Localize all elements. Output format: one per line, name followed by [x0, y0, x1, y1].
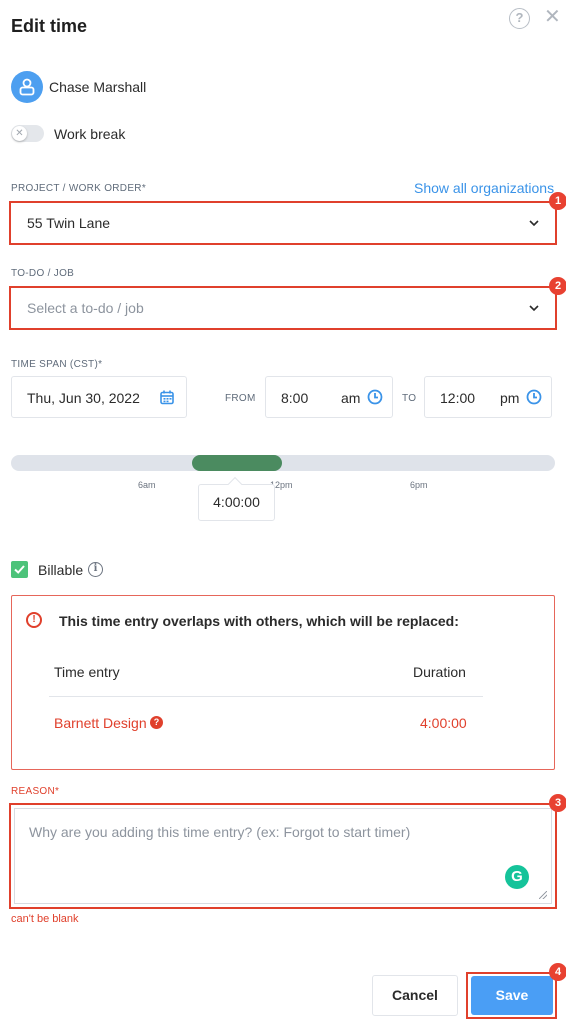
- annotation-badge-1: 1: [549, 192, 566, 210]
- timeline-range-handle[interactable]: [192, 455, 282, 471]
- check-icon: [14, 565, 25, 574]
- to-ampm[interactable]: pm: [500, 390, 519, 406]
- to-time-value: 12:00: [440, 390, 476, 406]
- reason-error: can't be blank: [11, 913, 79, 925]
- user-name: Chase Marshall: [49, 79, 147, 95]
- close-icon[interactable]: ✕: [544, 6, 561, 28]
- timeline-tick-6am: 6am: [138, 480, 156, 490]
- annotation-badge-3: 3: [549, 794, 566, 812]
- info-icon[interactable]: i: [88, 562, 103, 577]
- to-time-input[interactable]: 12:00 pm: [424, 376, 552, 418]
- from-time-input[interactable]: 8:00 am: [265, 376, 393, 418]
- billable-checkbox[interactable]: [11, 561, 28, 578]
- show-all-organizations-link[interactable]: Show all organizations: [414, 180, 554, 196]
- reason-placeholder: Why are you adding this time entry? (ex:…: [29, 824, 411, 840]
- overlap-message: This time entry overlaps with others, wh…: [59, 613, 459, 629]
- chevron-down-icon: [529, 220, 539, 227]
- timeline-track[interactable]: [11, 455, 555, 471]
- help-icon[interactable]: ?: [509, 8, 530, 29]
- work-break-toggle[interactable]: ✕: [11, 125, 44, 142]
- time-span-label: TIME SPAN (CST)*: [11, 359, 103, 370]
- project-value: 55 Twin Lane: [27, 215, 111, 231]
- todo-select[interactable]: Select a to-do / job: [9, 286, 557, 330]
- annotation-badge-2: 2: [549, 277, 566, 295]
- avatar: [11, 71, 43, 103]
- dialog-title: Edit time: [11, 16, 88, 36]
- calendar-icon[interactable]: [160, 390, 174, 405]
- reason-label: REASON*: [11, 786, 60, 797]
- from-time-value: 8:00: [281, 390, 309, 406]
- resize-handle-icon[interactable]: [539, 891, 547, 899]
- project-select[interactable]: 55 Twin Lane: [9, 201, 557, 245]
- date-input[interactable]: Thu, Jun 30, 2022: [11, 376, 187, 418]
- from-ampm[interactable]: am: [341, 390, 360, 406]
- to-label: TO: [402, 393, 417, 404]
- timeline-tick-6pm: 6pm: [410, 480, 428, 490]
- user-icon: [19, 78, 35, 96]
- annotation-badge-4: 4: [549, 963, 566, 981]
- clock-icon[interactable]: [367, 389, 383, 405]
- date-value: Thu, Jun 30, 2022: [27, 390, 140, 406]
- work-break-label: Work break: [54, 126, 126, 142]
- col-time-entry: Time entry: [54, 664, 120, 680]
- clock-icon[interactable]: [526, 389, 542, 405]
- col-duration: Duration: [413, 664, 466, 680]
- from-label: FROM: [225, 393, 256, 404]
- overlap-entry-duration: 4:00:00: [420, 715, 467, 731]
- grammarly-icon[interactable]: G: [505, 865, 529, 889]
- billable-label: Billable: [38, 562, 84, 578]
- todo-placeholder: Select a to-do / job: [27, 300, 144, 316]
- save-button[interactable]: Save: [471, 976, 553, 1015]
- project-label: PROJECT / WORK ORDER*: [11, 183, 147, 194]
- cancel-button[interactable]: Cancel: [372, 975, 458, 1016]
- alert-icon: !: [26, 612, 42, 628]
- overlap-entry-name[interactable]: Barnett Design: [54, 715, 147, 731]
- reason-textarea-outline: Why are you adding this time entry? (ex:…: [9, 803, 557, 909]
- todo-label: TO-DO / JOB: [11, 268, 75, 279]
- toggle-off-icon: ✕: [12, 126, 27, 141]
- table-divider: [49, 696, 483, 697]
- reason-textarea[interactable]: Why are you adding this time entry? (ex:…: [14, 808, 552, 904]
- question-icon[interactable]: ?: [150, 716, 163, 729]
- chevron-down-icon: [529, 305, 539, 312]
